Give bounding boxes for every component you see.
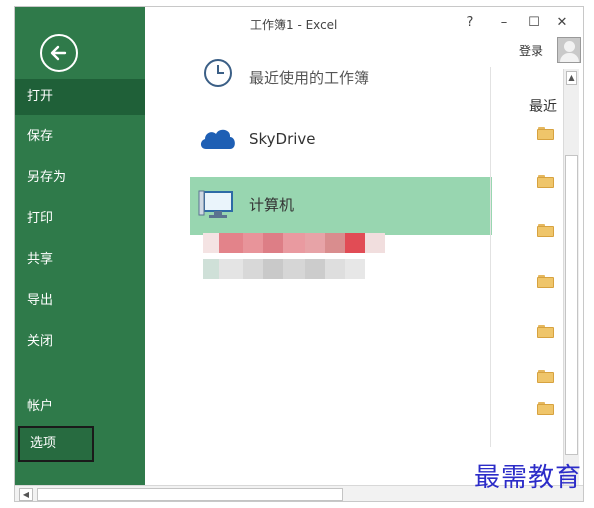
vertical-scroll-thumb[interactable]	[565, 155, 578, 455]
avatar[interactable]	[557, 37, 581, 63]
nav-item-export[interactable]: 导出	[15, 283, 145, 319]
nav-item-options[interactable]: 选项	[18, 426, 94, 462]
recent-workbooks-label: 最近使用的工作簿	[249, 69, 370, 87]
nav-item-account[interactable]: 帐户	[15, 389, 145, 425]
back-arrow-icon	[50, 45, 67, 61]
nav-item-print[interactable]: 打印	[15, 201, 145, 237]
folder-icon[interactable]	[537, 275, 555, 289]
vertical-scrollbar[interactable]: ▲	[563, 69, 579, 485]
computer-icon	[198, 190, 233, 218]
place-computer[interactable]: 计算机	[190, 177, 492, 235]
skydrive-label: SkyDrive	[249, 130, 316, 148]
cloud-icon	[200, 129, 235, 149]
nav-item-close[interactable]: 关闭	[15, 324, 145, 360]
folder-icon[interactable]	[537, 224, 555, 238]
blurred-entry-2	[203, 259, 365, 279]
folder-icon[interactable]	[537, 175, 555, 189]
folder-icon[interactable]	[537, 325, 555, 339]
recent-folders-title: 最近	[529, 99, 557, 115]
folder-icon[interactable]	[537, 370, 555, 384]
excel-window: 打开 保存 另存为 打印 共享 导出 关闭 帐户 选项 工作簿1 - Excel…	[14, 6, 584, 502]
nav-item-share[interactable]: 共享	[15, 242, 145, 278]
folder-icon[interactable]	[537, 402, 555, 416]
watermark: 最需教育	[474, 463, 583, 493]
close-button[interactable]: ✕	[553, 15, 571, 30]
sign-in-link[interactable]: 登录	[519, 42, 543, 59]
horizontal-scroll-thumb[interactable]	[37, 488, 343, 501]
nav-item-open[interactable]: 打开	[15, 79, 145, 115]
computer-label: 计算机	[249, 196, 295, 214]
minimize-button[interactable]: –	[495, 15, 513, 30]
clock-icon	[204, 59, 232, 87]
pane-divider	[490, 67, 491, 447]
title-bar: 工作簿1 - Excel ? – ☐ ✕ 登录	[145, 7, 583, 63]
blurred-entry-1	[203, 233, 385, 253]
place-skydrive[interactable]: SkyDrive	[190, 111, 490, 167]
place-recent-workbooks[interactable]: 最近使用的工作簿	[190, 53, 490, 93]
window-title: 工作簿1 - Excel	[250, 18, 338, 32]
backstage-nav: 打开 保存 另存为 打印 共享 导出 关闭 帐户 选项	[15, 7, 145, 485]
nav-item-save[interactable]: 保存	[15, 119, 145, 155]
back-button[interactable]	[40, 34, 78, 72]
help-button[interactable]: ?	[461, 15, 479, 30]
maximize-button[interactable]: ☐	[525, 15, 543, 30]
scroll-up-arrow-icon[interactable]: ▲	[566, 71, 577, 85]
folder-icon[interactable]	[537, 127, 555, 141]
nav-item-save-as[interactable]: 另存为	[15, 160, 145, 196]
scroll-left-arrow-icon[interactable]: ◀	[19, 488, 33, 501]
